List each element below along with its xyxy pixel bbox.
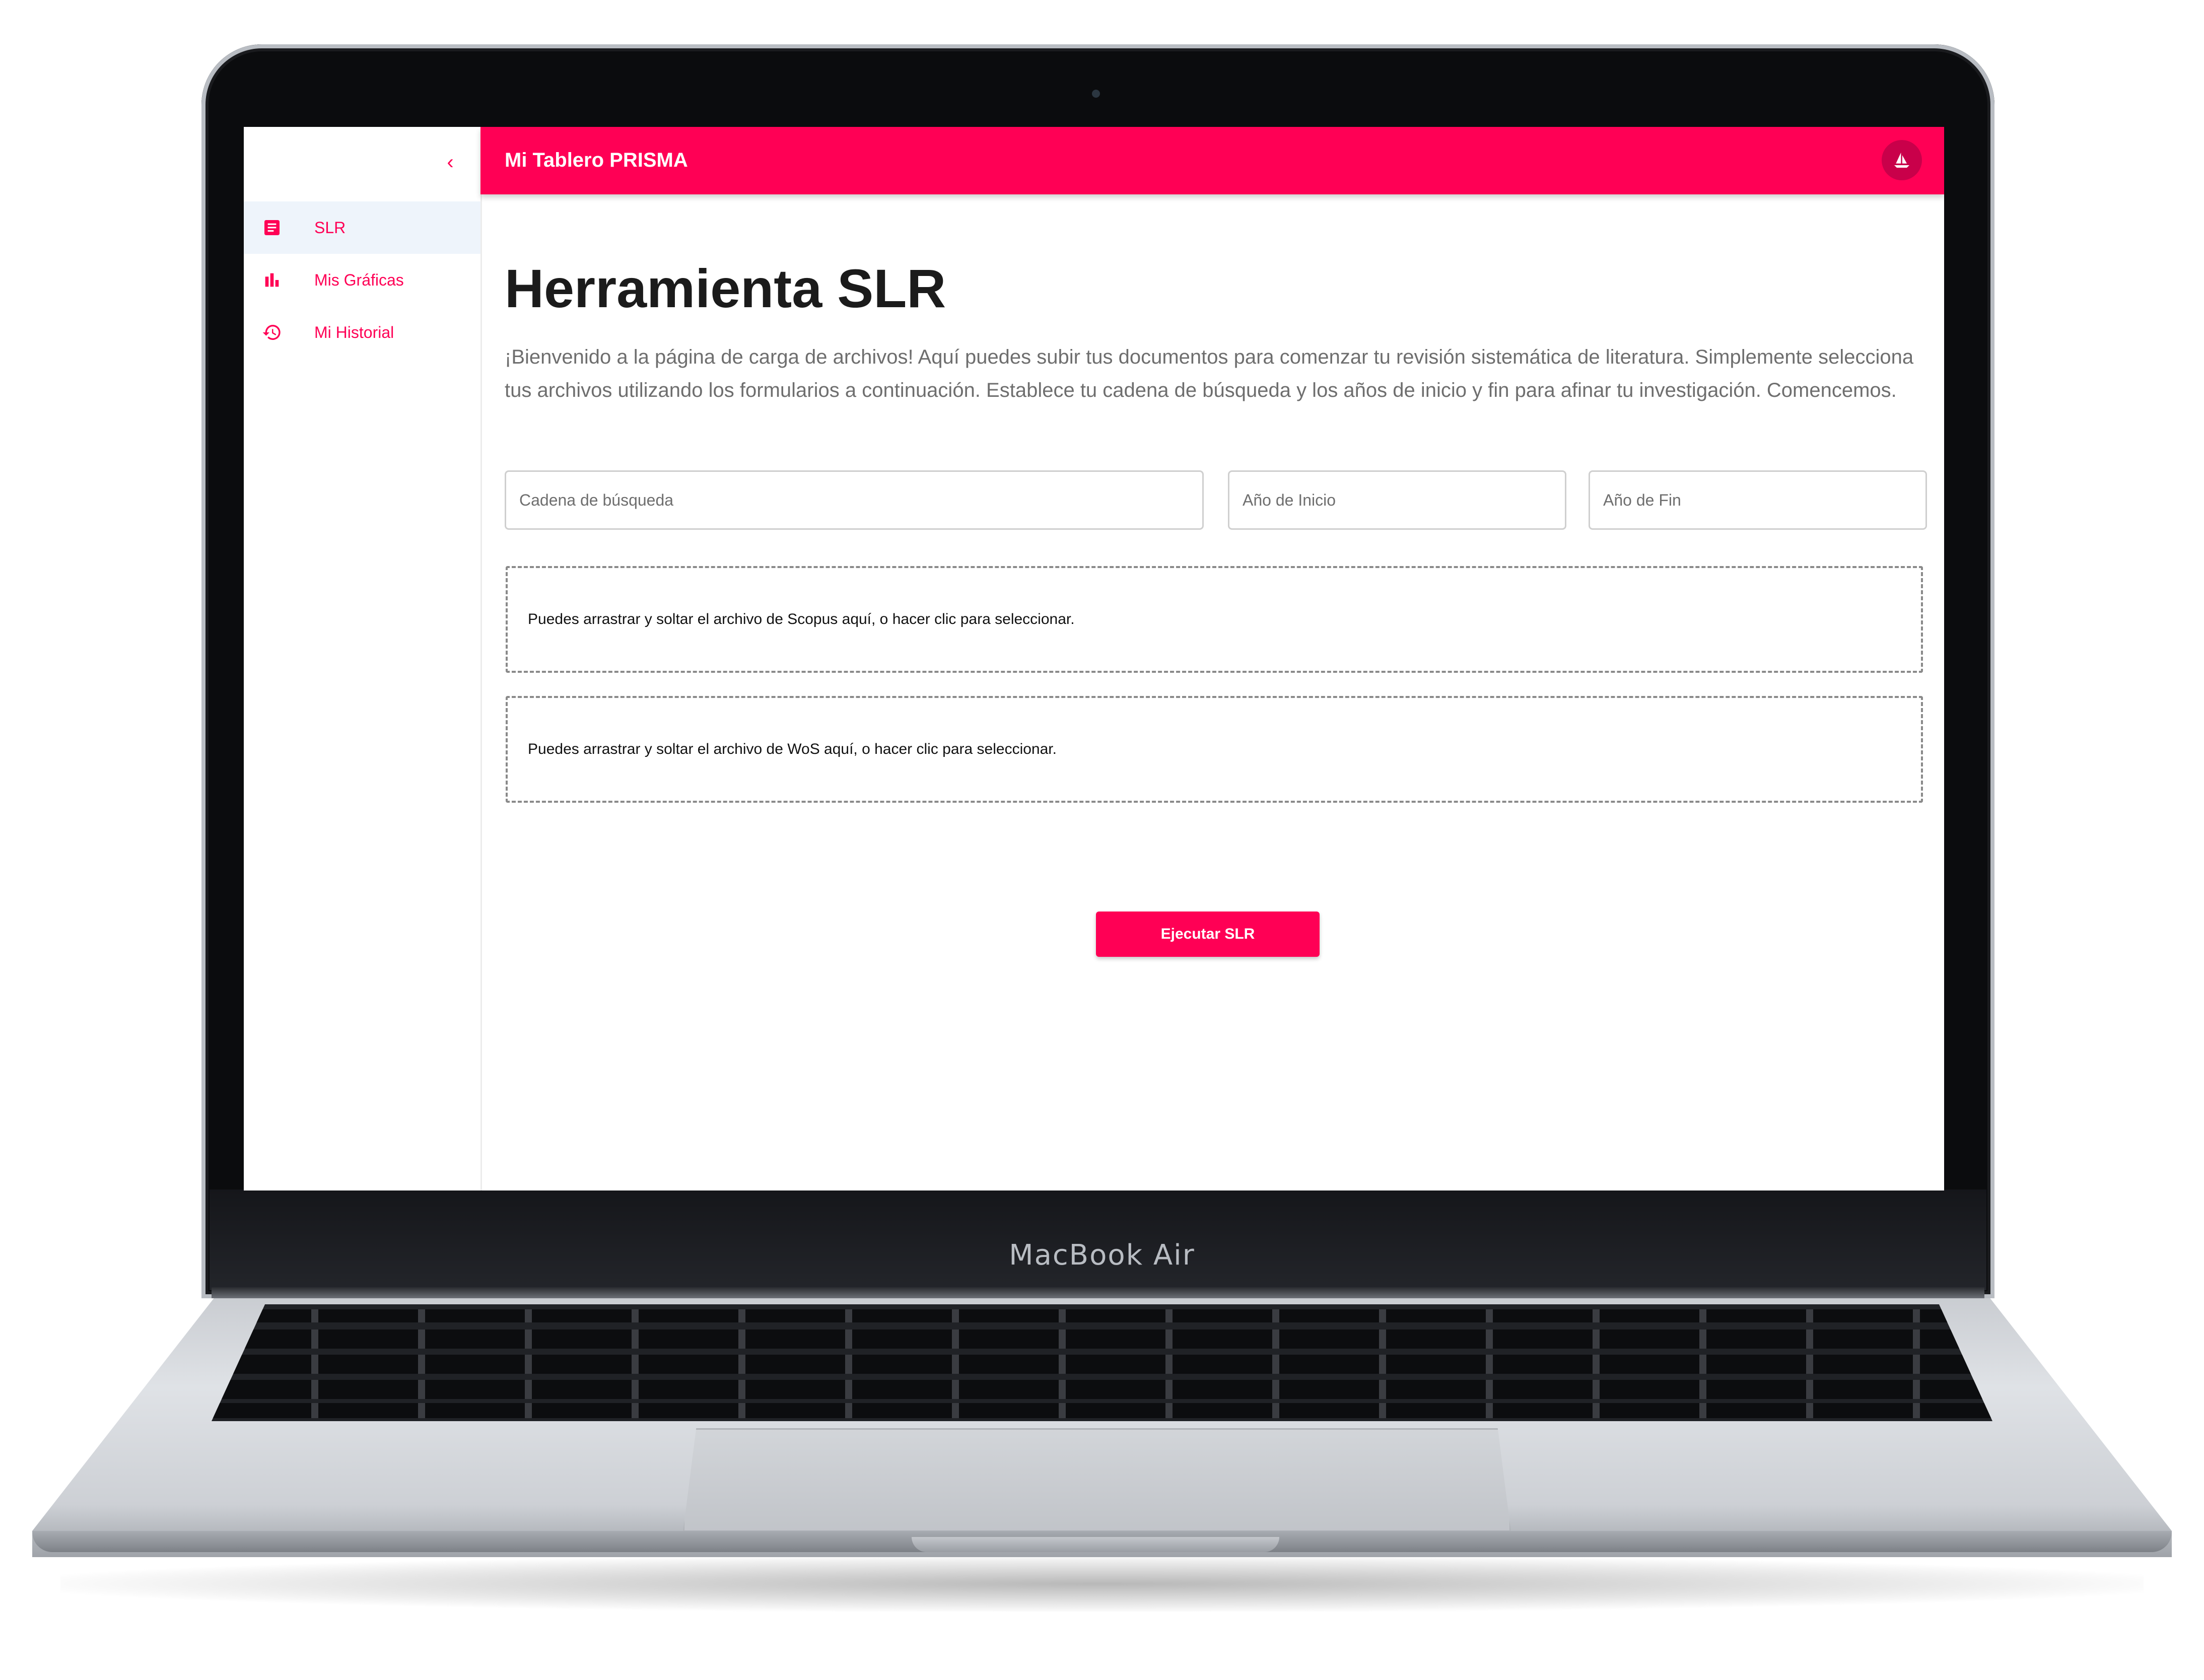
laptop-keyboard [212,1304,1992,1421]
wos-dropzone-text: Puedes arrastrar y soltar el archivo de … [528,741,1057,757]
webcam [1092,90,1100,98]
wos-dropzone[interactable]: Puedes arrastrar y soltar el archivo de … [506,696,1923,803]
sidebar-item-slr[interactable]: SLR [244,201,480,254]
page-title: Herramienta SLR [505,258,946,319]
scopus-dropzone[interactable]: Puedes arrastrar y soltar el archivo de … [506,566,1923,673]
history-icon [262,325,281,340]
end-year-input[interactable] [1590,472,1925,528]
sidebar-item-mi-historial[interactable]: Mi Historial [244,306,480,359]
sidebar-item-label: Mi Historial [314,323,394,341]
device-brand-label: MacBook Air [1009,1239,1195,1272]
laptop-shadow [60,1556,2144,1612]
sidebar-item-mis-graficas[interactable]: Mis Gráficas [244,254,480,306]
start-year-input[interactable] [1229,472,1565,528]
sidebar-item-label: SLR [314,218,346,237]
sidebar-item-label: Mis Gráficas [314,270,404,289]
search-string-field[interactable] [505,470,1204,530]
laptop-trackpad [683,1428,1511,1532]
laptop-hinge [212,1287,1984,1298]
app-bar: Mi Tablero PRISMA [480,127,1944,194]
scopus-dropzone-text: Puedes arrastrar y soltar el archivo de … [528,611,1075,627]
end-year-field[interactable] [1589,470,1927,530]
run-slr-button[interactable]: Ejecutar SLR [1096,912,1320,957]
app-title: Mi Tablero PRISMA [505,149,688,171]
main-content: Herramienta SLR ¡Bienvenido a la página … [480,194,1944,1191]
sidebar-collapse-button[interactable]: ‹ [435,147,465,177]
start-year-field[interactable] [1228,470,1566,530]
bar-chart-icon [265,273,279,287]
sidebar: ‹ SLR Mis Gráficas Mi Historial [244,127,482,1191]
search-string-input[interactable] [506,472,1202,528]
intro-text: ¡Bienvenido a la página de carga de arch… [505,346,1914,401]
app-screen: ‹ SLR Mis Gráficas Mi Historial Mi Table… [244,127,1944,1191]
article-icon [264,220,280,235]
sailboat-icon [1894,153,1909,168]
user-avatar[interactable] [1882,140,1922,180]
laptop-lid-notch [912,1537,1279,1552]
chevron-left-icon: ‹ [447,151,454,173]
